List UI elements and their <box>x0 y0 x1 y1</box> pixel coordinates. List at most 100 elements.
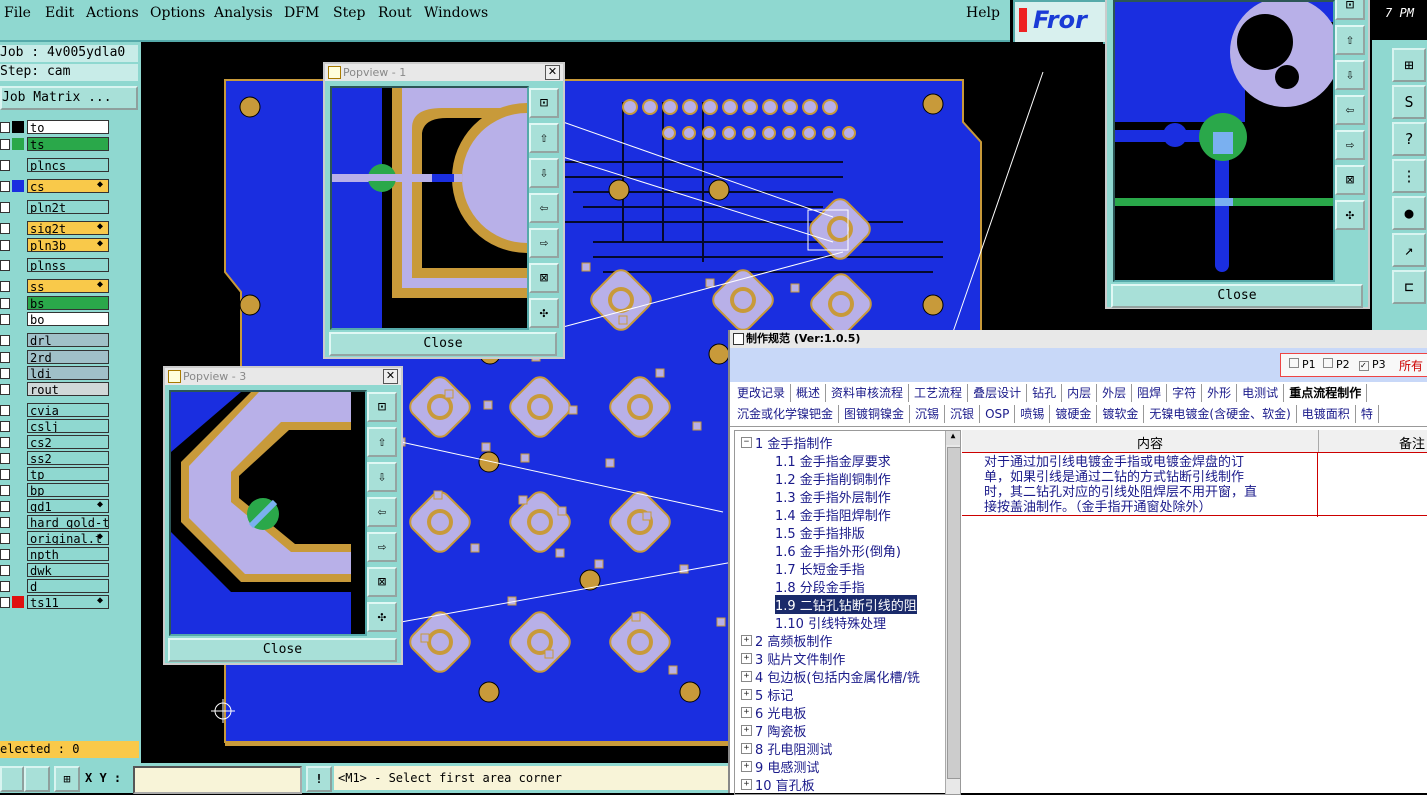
tree-item[interactable]: 2 高频板制作 <box>755 631 832 650</box>
spec-tab[interactable]: 概述 <box>791 384 827 402</box>
column-header-content[interactable]: 内容 <box>1137 433 1163 452</box>
layer-checkbox[interactable] <box>0 368 10 379</box>
spec-tab[interactable]: 图镀铜镍金 <box>839 405 911 423</box>
spec-tab[interactable]: 更改记录 <box>732 384 792 402</box>
layer-row[interactable]: ss2 <box>0 451 138 466</box>
spec-tab[interactable]: 镀软金 <box>1097 405 1145 423</box>
layer-checkbox[interactable] <box>0 122 10 133</box>
popview-right-close-button[interactable]: Close <box>1111 284 1363 308</box>
spec-tab[interactable]: 叠层设计 <box>968 384 1028 402</box>
zoom-tool-icon[interactable]: ⇨ <box>529 228 559 258</box>
filter-p3[interactable]: ✓ P3 <box>1359 358 1386 371</box>
layer-checkbox[interactable] <box>0 223 10 234</box>
expand-icon[interactable]: + <box>741 653 752 664</box>
zoom-tool-icon[interactable]: ⇧ <box>367 427 397 457</box>
expand-icon[interactable]: + <box>741 761 752 772</box>
popview-1-close-button[interactable]: Close <box>329 332 557 356</box>
layer-checkbox[interactable] <box>0 181 10 192</box>
zoom-tool-icon[interactable]: ⊡ <box>367 392 397 422</box>
layer-row[interactable]: rout <box>0 382 138 397</box>
zoom-tool-icon[interactable]: ⇩ <box>1335 60 1365 90</box>
spec-tab[interactable]: 沉金或化学镍钯金 <box>732 405 840 423</box>
tree-item[interactable]: 1.4 金手指阻焊制作 <box>775 505 891 524</box>
tree-item[interactable]: 6 光电板 <box>755 703 806 722</box>
tool-icon[interactable]: ⊞ <box>1392 48 1426 82</box>
spec-tab[interactable]: 外形 <box>1202 384 1238 402</box>
tool-icon[interactable]: ● <box>1392 196 1426 230</box>
zoom-tool-icon[interactable]: ⊠ <box>529 263 559 293</box>
layer-row[interactable]: sig2t ◆ <box>0 221 138 236</box>
tree-item[interactable]: 1.2 金手指削铜制作 <box>775 469 891 488</box>
layer-checkbox[interactable] <box>0 565 10 576</box>
spec-tab[interactable]: 资料审核流程 <box>826 384 910 402</box>
layer-row[interactable]: tp <box>0 467 138 482</box>
tool-icon-1[interactable] <box>0 766 24 792</box>
spec-tab[interactable]: 字符 <box>1167 384 1203 402</box>
tree-scrollbar[interactable]: ▲ <box>945 431 960 794</box>
layer-checkbox[interactable] <box>0 335 10 346</box>
layer-row[interactable]: cs2 <box>0 435 138 450</box>
layer-checkbox[interactable] <box>0 453 10 464</box>
layer-checkbox[interactable] <box>0 469 10 480</box>
layer-row[interactable]: pln3b ◆ <box>0 238 138 253</box>
layer-row[interactable]: dwk <box>0 563 138 578</box>
xy-input[interactable] <box>133 766 302 794</box>
tree-item[interactable]: 1 金手指制作 <box>755 433 832 452</box>
layer-row[interactable]: hard_gold-t <box>0 515 138 530</box>
spec-tab[interactable]: 沉锡 <box>910 405 946 423</box>
filter-all[interactable]: 所有 <box>1399 357 1423 374</box>
menu-options[interactable]: Options <box>150 5 205 21</box>
spec-tab[interactable]: 重点流程制作 <box>1284 384 1368 402</box>
expand-icon[interactable]: + <box>741 635 752 646</box>
spec-tab[interactable]: 阻焊 <box>1132 384 1168 402</box>
layer-row[interactable]: to <box>0 120 138 135</box>
tree-item[interactable]: 1.6 金手指外形(倒角) <box>775 541 901 560</box>
layer-checkbox[interactable] <box>0 485 10 496</box>
filter-p1[interactable]: P1 <box>1289 358 1316 371</box>
layer-checkbox[interactable] <box>0 533 10 544</box>
spec-tab[interactable]: 电镀面积 <box>1297 405 1356 423</box>
collapse-icon[interactable]: − <box>741 437 752 448</box>
spec-tab[interactable]: 镀硬金 <box>1050 405 1098 423</box>
zoom-tool-icon[interactable]: ⇨ <box>1335 130 1365 160</box>
layer-checkbox[interactable] <box>0 314 10 325</box>
spec-tab[interactable]: 电测试 <box>1237 384 1285 402</box>
expand-icon[interactable]: + <box>741 707 752 718</box>
tree-item[interactable]: 3 贴片文件制作 <box>755 649 845 668</box>
layer-row[interactable]: bp <box>0 483 138 498</box>
layer-row[interactable]: ts <box>0 137 138 152</box>
zoom-tool-icon[interactable]: ✣ <box>367 602 397 632</box>
layer-checkbox[interactable] <box>0 160 10 171</box>
popview-1-view[interactable] <box>330 86 529 330</box>
layer-row[interactable]: original.t ◆ <box>0 531 138 546</box>
layer-checkbox[interactable] <box>0 597 10 608</box>
layer-row[interactable]: cvia <box>0 403 138 418</box>
popview-right-view[interactable] <box>1113 0 1335 282</box>
layer-row[interactable]: 2rd <box>0 350 138 365</box>
layer-row[interactable]: npth <box>0 547 138 562</box>
tree-item[interactable]: 1.1 金手指金厚要求 <box>775 451 891 470</box>
spec-tab[interactable]: 工艺流程 <box>909 384 969 402</box>
layer-checkbox[interactable] <box>0 202 10 213</box>
tool-icon[interactable]: ⊏ <box>1392 270 1426 304</box>
zoom-tool-icon[interactable]: ⇩ <box>367 462 397 492</box>
expand-icon[interactable]: + <box>741 671 752 682</box>
job-matrix-button[interactable]: Job Matrix ... <box>0 86 138 110</box>
spec-tab[interactable]: 外层 <box>1097 384 1133 402</box>
filter-p2[interactable]: P2 <box>1323 358 1350 371</box>
zoom-tool-icon[interactable]: ⊠ <box>367 567 397 597</box>
tree-item[interactable]: 7 陶瓷板 <box>755 721 806 740</box>
layer-row[interactable]: ss ◆ <box>0 279 138 294</box>
layer-row[interactable]: bo <box>0 312 138 327</box>
menu-edit[interactable]: Edit <box>45 5 74 21</box>
menu-file[interactable]: File <box>4 5 31 21</box>
tree-item[interactable]: 5 标记 <box>755 685 793 704</box>
tree-item[interactable]: 1.10 引线特殊处理 <box>775 613 886 632</box>
menu-windows[interactable]: Windows <box>424 5 488 21</box>
tool-icon[interactable]: ? <box>1392 122 1426 156</box>
layer-row[interactable]: ldi <box>0 366 138 381</box>
layer-checkbox[interactable] <box>0 517 10 528</box>
spec-tab[interactable]: 沉银 <box>945 405 981 423</box>
tree-item[interactable]: 1.8 分段金手指 <box>775 577 865 596</box>
expand-icon[interactable]: + <box>741 725 752 736</box>
